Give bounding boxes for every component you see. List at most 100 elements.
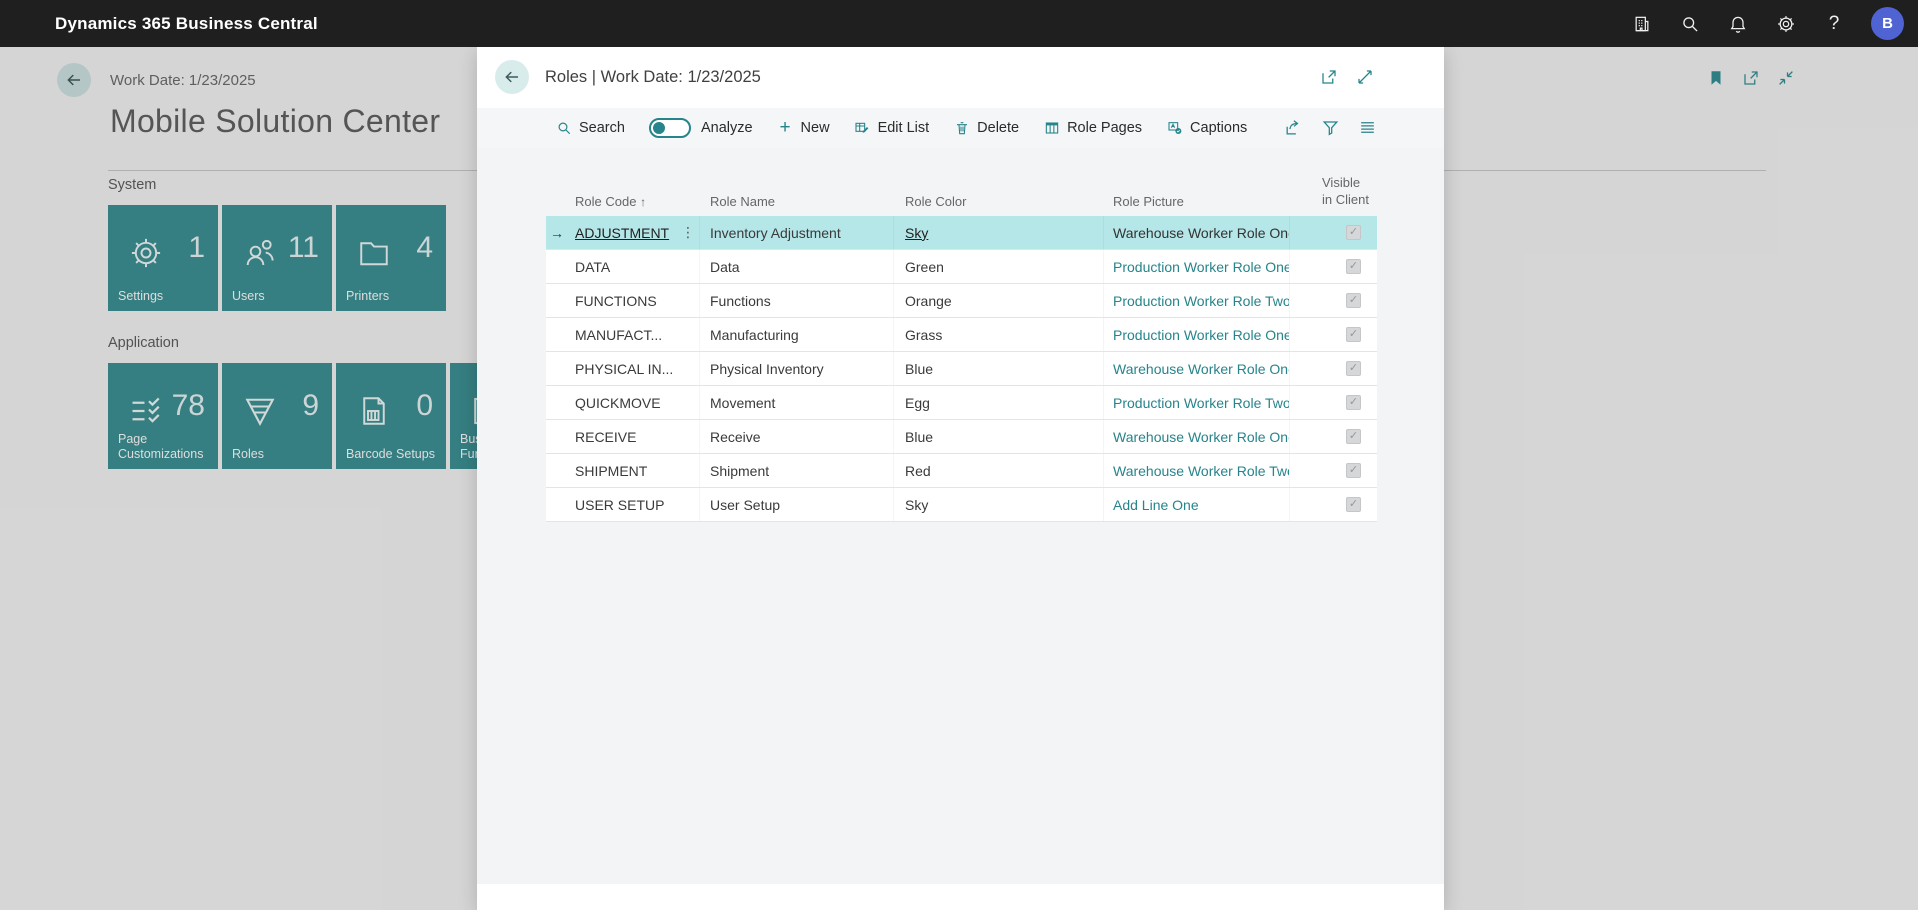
table-row[interactable]: DATA Data Green Production Worker Role One ✓ [546,250,1377,284]
search-button[interactable]: Search [555,120,625,137]
role-code-value[interactable]: PHYSICAL IN... [575,361,673,377]
role-name-cell[interactable]: Inventory Adjustment [700,216,894,249]
role-code-value[interactable]: FUNCTIONS [575,293,657,309]
role-code-cell[interactable]: QUICKMOVE [568,386,700,419]
table-row[interactable]: RECEIVE Receive Blue Warehouse Worker Role … [546,420,1377,454]
help-icon[interactable]: ? [1823,13,1845,35]
list-icon[interactable] [1358,118,1378,138]
role-color-cell[interactable]: Sky [894,488,1104,521]
table-row[interactable]: →ADJUSTMENT⋮Inventory AdjustmentSkyWareh… [546,216,1377,250]
role-color-value[interactable]: Green [905,259,944,275]
role-color-value[interactable]: Orange [905,293,952,309]
role-color-value[interactable]: Blue [905,429,933,445]
table-row[interactable]: FUNCTIONS Functions Orange Production Worke… [546,284,1377,318]
table-row[interactable]: USER SETUP User Setup Sky Add Line One ✓ [546,488,1377,522]
role-picture-cell[interactable]: Warehouse Worker Role One [1104,420,1290,453]
role-code-cell[interactable]: DATA [568,250,700,283]
role-name-cell[interactable]: Movement [700,386,894,419]
role-picture-link[interactable]: Warehouse Worker Role One [1113,361,1290,377]
role-color-value[interactable]: Egg [905,395,930,411]
role-code-value[interactable]: QUICKMOVE [575,395,661,411]
role-code-value[interactable]: MANUFACT... [575,327,662,343]
role-color-cell[interactable]: Egg [894,386,1104,419]
role-picture-link[interactable]: Warehouse Worker Role One [1113,225,1290,241]
column-header-role-code[interactable]: Role Code ↑ [575,194,646,209]
search-icon[interactable] [1679,13,1701,35]
avatar[interactable]: B [1871,7,1904,40]
role-name-cell[interactable]: Manufacturing [700,318,894,351]
bell-icon[interactable] [1727,13,1749,35]
role-picture-cell[interactable]: Warehouse Worker Role Two [1104,454,1290,487]
role-color-cell[interactable]: Grass [894,318,1104,351]
captions-button[interactable]: Captions [1166,120,1247,137]
role-picture-link[interactable]: Add Line One [1113,497,1199,513]
role-picture-cell[interactable]: Production Worker Role Two [1104,386,1290,419]
delete-button[interactable]: Delete [953,120,1019,137]
visible-in-client-checkbox[interactable]: ✓ [1346,429,1361,444]
role-code-value[interactable]: RECEIVE [575,429,636,445]
role-code-cell[interactable]: SHIPMENT [568,454,700,487]
column-header-visible-in-client[interactable]: Visible in Client [1322,174,1370,209]
row-menu-icon[interactable]: ⋮ [681,224,695,241]
table-row[interactable]: MANUFACT... Manufacturing Grass Production … [546,318,1377,352]
analyze-toggle[interactable] [649,118,691,138]
visible-in-client-checkbox[interactable]: ✓ [1346,497,1361,512]
role-code-value[interactable]: SHIPMENT [575,463,647,479]
visible-in-client-checkbox[interactable]: ✓ [1346,225,1361,240]
role-color-cell[interactable]: Red [894,454,1104,487]
role-code-value[interactable]: DATA [575,259,610,275]
role-name-cell[interactable]: User Setup [700,488,894,521]
role-code-value[interactable]: ADJUSTMENT [575,225,669,241]
building-icon[interactable] [1631,13,1653,35]
role-code-cell[interactable]: PHYSICAL IN... [568,352,700,385]
role-name-cell[interactable]: Physical Inventory [700,352,894,385]
role-picture-cell[interactable]: Production Worker Role Two [1104,284,1290,317]
role-picture-cell[interactable]: Add Line One [1104,488,1290,521]
role-color-cell[interactable]: Orange [894,284,1104,317]
open-in-new-icon[interactable] [1320,68,1340,88]
role-code-value[interactable]: USER SETUP [575,497,664,513]
visible-in-client-checkbox[interactable]: ✓ [1346,361,1361,376]
table-row[interactable]: QUICKMOVE Movement Egg Production Worker Ro… [546,386,1377,420]
role-picture-link[interactable]: Production Worker Role One [1113,327,1290,343]
dialog-back-button[interactable] [495,60,529,94]
visible-in-client-checkbox[interactable]: ✓ [1346,463,1361,478]
filter-icon[interactable] [1321,118,1341,138]
role-name-cell[interactable]: Receive [700,420,894,453]
role-picture-cell[interactable]: Production Worker Role One [1104,250,1290,283]
gear-icon[interactable] [1775,13,1797,35]
role-picture-link[interactable]: Warehouse Worker Role Two [1113,463,1290,479]
table-row[interactable]: PHYSICAL IN... Physical Inventory Blue Ware… [546,352,1377,386]
visible-in-client-checkbox[interactable]: ✓ [1346,293,1361,308]
role-code-cell[interactable]: USER SETUP [568,488,700,521]
expand-icon[interactable] [1356,68,1376,88]
column-header-role-color[interactable]: Role Color [905,194,966,209]
share-icon[interactable] [1284,118,1304,138]
role-picture-cell[interactable]: Warehouse Worker Role One [1104,352,1290,385]
role-color-value[interactable]: Sky [905,225,928,241]
role-name-cell[interactable]: Functions [700,284,894,317]
column-header-role-name[interactable]: Role Name [710,194,775,209]
role-color-value[interactable]: Red [905,463,931,479]
table-row[interactable]: SHIPMENT Shipment Red Warehouse Worker Role… [546,454,1377,488]
new-button[interactable]: + New [777,120,830,137]
visible-in-client-checkbox[interactable]: ✓ [1346,395,1361,410]
role-color-value[interactable]: Blue [905,361,933,377]
edit-list-button[interactable]: Edit List [854,120,930,137]
role-code-cell[interactable]: MANUFACT... [568,318,700,351]
role-picture-link[interactable]: Production Worker Role Two [1113,395,1290,411]
role-picture-link[interactable]: Warehouse Worker Role One [1113,429,1290,445]
role-color-cell[interactable]: Blue [894,352,1104,385]
role-color-value[interactable]: Grass [905,327,942,343]
role-picture-link[interactable]: Production Worker Role Two [1113,293,1290,309]
role-code-cell[interactable]: ADJUSTMENT ⋮ [568,216,700,249]
role-picture-link[interactable]: Production Worker Role One [1113,259,1290,275]
role-name-cell[interactable]: Shipment [700,454,894,487]
role-color-cell[interactable]: Sky [894,216,1104,249]
role-color-value[interactable]: Sky [905,497,928,513]
visible-in-client-checkbox[interactable]: ✓ [1346,259,1361,274]
column-header-role-picture[interactable]: Role Picture [1113,194,1184,209]
role-name-cell[interactable]: Data [700,250,894,283]
role-code-cell[interactable]: RECEIVE [568,420,700,453]
role-picture-cell[interactable]: Warehouse Worker Role One [1104,216,1290,249]
